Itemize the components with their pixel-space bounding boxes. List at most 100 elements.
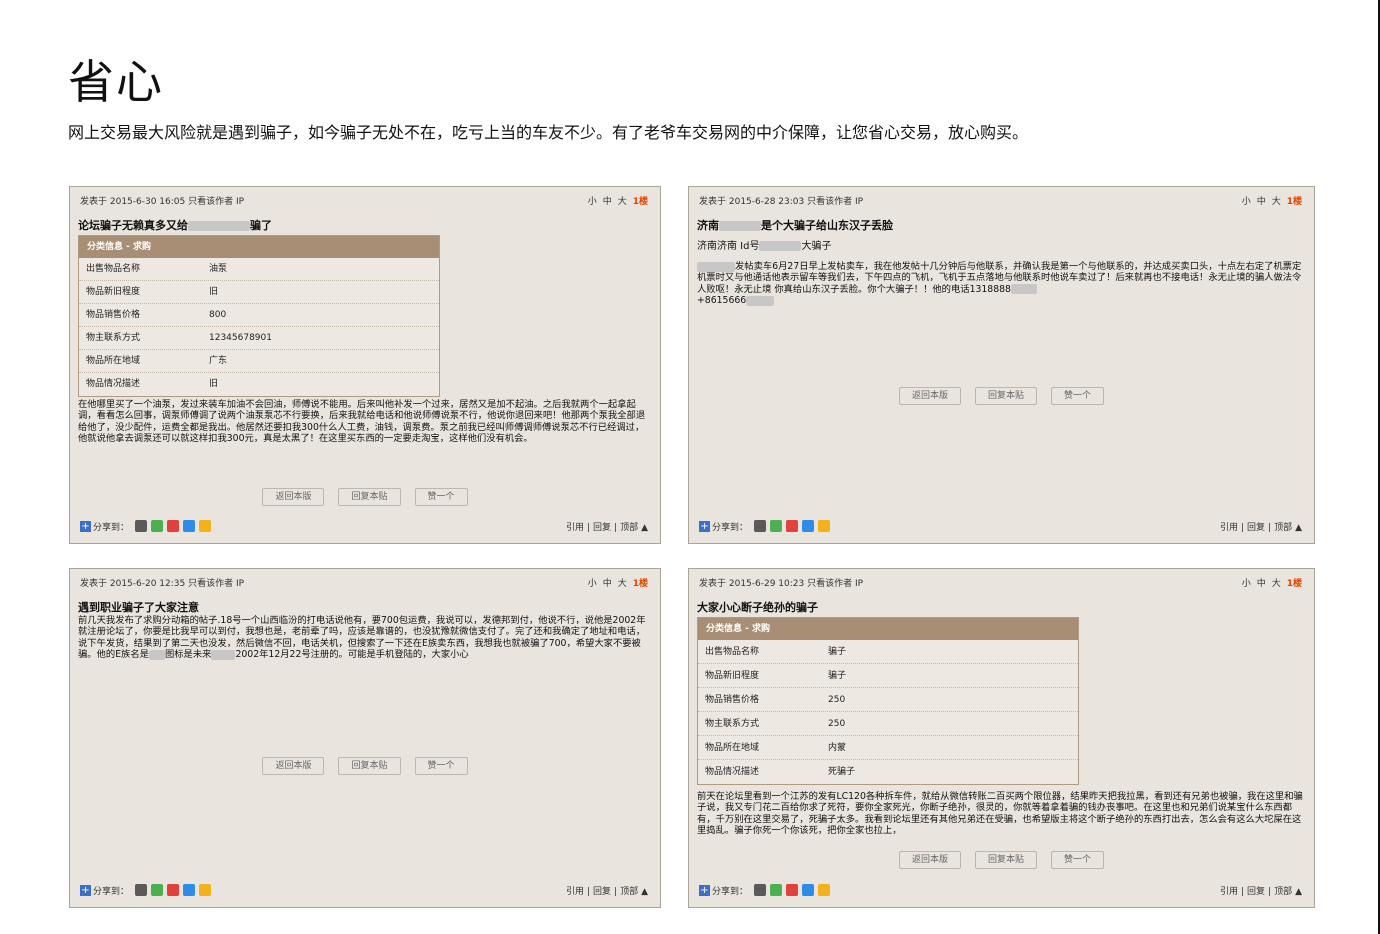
table-value: 250 — [828, 695, 846, 705]
arrow-up-icon[interactable]: ▲ — [1295, 887, 1302, 897]
font-size-medium-link[interactable]: 中 — [1257, 197, 1266, 207]
qzone-icon[interactable] — [802, 520, 815, 532]
post-title: 遇到职业骗子了大家注意 — [78, 601, 199, 614]
arrow-up-icon[interactable]: ▲ — [1295, 523, 1302, 533]
like-button[interactable]: 赞一个 — [1051, 851, 1105, 869]
divider: | — [614, 886, 618, 897]
reply-link[interactable]: 回复 — [593, 887, 611, 897]
classified-info-table: 分类信息 - 求购 出售物品名称 骗子 物品新旧程度 骗子 物品销售价格 250 物主… — [697, 617, 1079, 785]
back-to-board-button[interactable]: 返回本版 — [898, 387, 961, 405]
back-to-board-button[interactable]: 返回本版 — [262, 488, 325, 506]
like-button[interactable]: 赞一个 — [1051, 387, 1105, 405]
post-meta-bar: 发表于 2015-6-29 10:23 只看该作者 IP 小中大 1楼 — [699, 575, 1302, 589]
qzone-icon[interactable] — [802, 884, 815, 896]
font-size-medium-link[interactable]: 中 — [1257, 579, 1266, 589]
like-button[interactable]: 赞一个 — [414, 488, 468, 506]
font-size-small-link[interactable]: 小 — [588, 579, 597, 589]
font-size-large-link[interactable]: 大 — [1272, 579, 1281, 589]
font-size-links: 小中大 1楼 — [1236, 576, 1302, 589]
post-body-text: 发帖卖车6月27日早上发帖卖车，我在他发帖十几分钟后与他联系，并确认我是第一个与… — [697, 261, 1302, 295]
arrow-up-icon[interactable]: ▲ — [641, 887, 648, 897]
post-body: 在他哪里买了一个油泵，发过来装车加油不会回油，师傅说不能用。后来叫他补发一个过来… — [78, 399, 646, 445]
table-key: 出售物品名称 — [86, 264, 141, 274]
table-key: 物品情况描述 — [705, 767, 760, 777]
back-to-board-button[interactable]: 返回本版 — [262, 757, 325, 775]
redacted-blur — [211, 649, 236, 660]
font-size-large-link[interactable]: 大 — [1272, 197, 1281, 207]
favorite-icon[interactable] — [818, 520, 831, 532]
wechat-icon[interactable] — [770, 520, 783, 532]
quote-link[interactable]: 引用 — [566, 887, 584, 897]
font-size-medium-link[interactable]: 中 — [603, 579, 612, 589]
tencent-weibo-icon[interactable] — [135, 884, 148, 896]
reply-link[interactable]: 回复 — [593, 523, 611, 533]
top-link[interactable]: 顶部 — [1274, 523, 1292, 533]
font-size-large-link[interactable]: 大 — [618, 579, 627, 589]
font-size-small-link[interactable]: 小 — [1242, 197, 1251, 207]
divider: | — [586, 522, 590, 533]
footer-links: 引用 | 回复 | 顶部 ▲ — [1217, 884, 1302, 897]
qzone-icon[interactable] — [183, 520, 196, 532]
sina-weibo-icon[interactable] — [786, 884, 799, 896]
share-plus-icon[interactable]: + — [699, 520, 710, 532]
redacted-blur — [148, 649, 165, 660]
post-meta-bar: 发表于 2015-6-20 12:35 只看该作者 IP 小中大 1楼 — [80, 575, 648, 589]
like-button[interactable]: 赞一个 — [414, 757, 468, 775]
reply-link[interactable]: 回复 — [1247, 887, 1265, 897]
post-title-start: 论坛骗子无赖真多又给 — [78, 219, 188, 232]
font-size-medium-link[interactable]: 中 — [603, 197, 612, 207]
back-to-board-button[interactable]: 返回本版 — [898, 851, 961, 869]
share-plus-icon[interactable]: + — [80, 520, 91, 532]
sina-weibo-icon[interactable] — [167, 884, 180, 896]
table-key: 物品新旧程度 — [86, 287, 141, 297]
sina-weibo-icon[interactable] — [167, 520, 180, 532]
table-row: 物品情况描述 旧 — [79, 373, 439, 396]
share-plus-icon[interactable]: + — [699, 884, 710, 896]
wechat-icon[interactable] — [151, 520, 164, 532]
post-title-end: 骗了 — [250, 219, 272, 232]
redacted-blur — [759, 241, 802, 251]
font-size-small-link[interactable]: 小 — [1242, 579, 1251, 589]
top-link[interactable]: 顶部 — [620, 523, 638, 533]
table-key: 物品所在地域 — [705, 743, 760, 753]
table-row: 物品所在地域 广东 — [79, 350, 439, 373]
post-subtitle: 济南济南 Id号 大骗子 — [697, 237, 831, 252]
reply-post-button[interactable]: 回复本贴 — [338, 488, 401, 506]
favorite-icon[interactable] — [199, 520, 212, 532]
table-row: 物品销售价格 800 — [79, 304, 439, 327]
share-plus-icon[interactable]: + — [80, 884, 91, 896]
font-size-links: 小中大 1楼 — [582, 194, 648, 207]
quote-link[interactable]: 引用 — [1220, 887, 1238, 897]
table-row: 物品情况描述 死骗子 — [698, 760, 1078, 784]
tencent-weibo-icon[interactable] — [135, 520, 148, 532]
tencent-weibo-icon[interactable] — [754, 884, 767, 896]
table-value: 油泵 — [209, 264, 228, 274]
quote-link[interactable]: 引用 — [566, 523, 584, 533]
reply-post-button[interactable]: 回复本贴 — [338, 757, 401, 775]
font-size-links: 小中大 1楼 — [582, 576, 648, 589]
favorite-icon[interactable] — [199, 884, 212, 896]
tencent-weibo-icon[interactable] — [754, 520, 767, 532]
divider: | — [1240, 886, 1244, 897]
post-title: 论坛骗子无赖真多又给 骗了 — [78, 217, 272, 233]
arrow-up-icon[interactable]: ▲ — [641, 523, 648, 533]
table-row: 出售物品名称 油泵 — [79, 258, 439, 281]
favorite-icon[interactable] — [818, 884, 831, 896]
share-label: 分享到： — [712, 522, 749, 533]
page-title: 省心 — [68, 55, 164, 109]
top-link[interactable]: 顶部 — [620, 887, 638, 897]
sina-weibo-icon[interactable] — [786, 520, 799, 532]
wechat-icon[interactable] — [770, 884, 783, 896]
font-size-large-link[interactable]: 大 — [618, 197, 627, 207]
top-link[interactable]: 顶部 — [1274, 887, 1292, 897]
qzone-icon[interactable] — [183, 884, 196, 896]
divider: | — [614, 522, 618, 533]
table-key: 出售物品名称 — [705, 647, 760, 657]
wechat-icon[interactable] — [151, 884, 164, 896]
quote-link[interactable]: 引用 — [1220, 523, 1238, 533]
reply-link[interactable]: 回复 — [1247, 523, 1265, 533]
reply-post-button[interactable]: 回复本贴 — [974, 387, 1037, 405]
reply-post-button[interactable]: 回复本贴 — [974, 851, 1037, 869]
post-phone: +8615666 — [697, 295, 747, 307]
font-size-small-link[interactable]: 小 — [588, 197, 597, 207]
